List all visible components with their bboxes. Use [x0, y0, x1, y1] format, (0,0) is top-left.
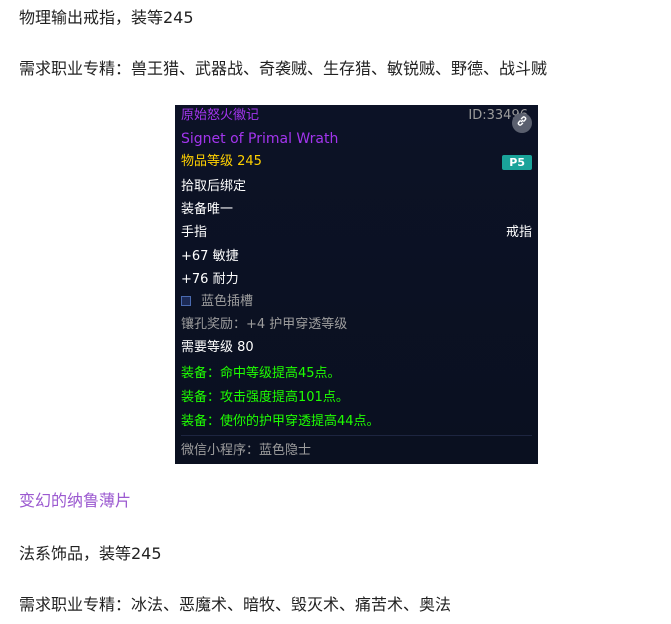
class-requirements-1: 需求职业专精：兽王猎、武器战、奇袭贼、生存猎、敏锐贼、野德、战斗贼 [19, 59, 548, 78]
socket-label: 蓝色插槽 [201, 294, 254, 309]
stat-stamina: +76 耐力 [181, 272, 239, 287]
class-requirements-2: 需求职业专精：冰法、恶魔术、暗牧、毁灭术、痛苦术、奥法 [19, 595, 452, 614]
equip-effect-armor-pen: 装备：使你的护甲穿透提高44点。 [181, 414, 380, 429]
unique-equipped: 装备唯一 [181, 202, 234, 217]
footer-divider [181, 435, 532, 436]
socket-row: 蓝色插槽 [181, 292, 532, 312]
item-summary-2: 法系饰品，装等245 [19, 544, 162, 563]
item-name-cn: 原始怒火徽记 [181, 108, 260, 123]
item-level: 物品等级 245 [181, 154, 262, 169]
phase-badge: P5 [502, 155, 532, 170]
bind-type: 拾取后绑定 [181, 179, 247, 194]
equip-effect-attack-power: 装备：攻击强度提高101点。 [181, 390, 349, 405]
item-slot: 手指 [181, 225, 208, 240]
tooltip-header: 原始怒火徽记 ID:33496 [181, 106, 532, 126]
socket-bonus: 镶孔奖励：+4 护甲穿透等级 [181, 317, 348, 332]
equip-effect-hit: 装备：命中等级提高45点。 [181, 366, 341, 381]
slot-row: 手指 戒指 [181, 223, 532, 243]
item-link-naaru-sliver[interactable]: 变幻的纳鲁薄片 [19, 490, 131, 512]
item-tooltip: 原始怒火徽记 ID:33496 Signet of Primal Wrath 物… [175, 105, 538, 464]
stat-agility: +67 敏捷 [181, 249, 239, 264]
item-name-en: Signet of Primal Wrath [181, 131, 339, 147]
item-type: 戒指 [505, 225, 532, 240]
item-summary-1: 物理输出戒指，装等245 [19, 8, 194, 27]
tooltip-footer: 微信小程序：蓝色隐士 [181, 443, 312, 458]
required-level: 需要等级 80 [181, 340, 254, 355]
item-level-row: 物品等级 245 P5 [181, 152, 532, 172]
blue-socket-icon [181, 296, 191, 306]
